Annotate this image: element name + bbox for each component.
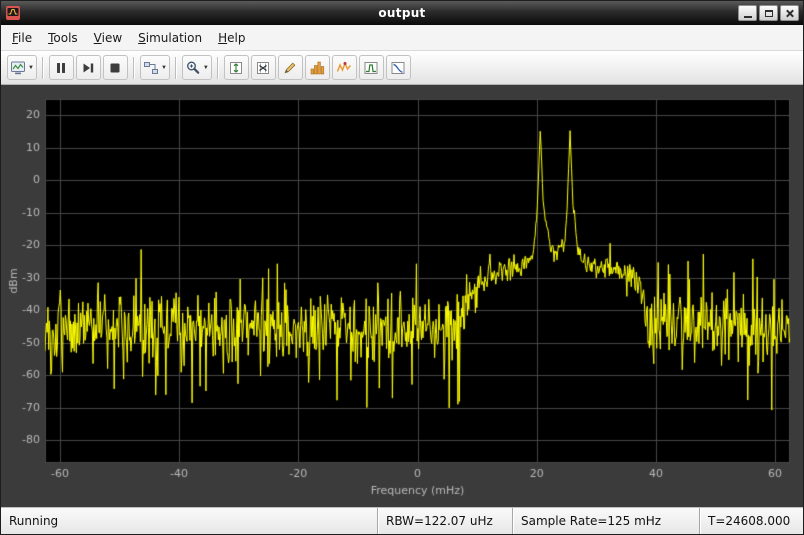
cursor-measurements-button[interactable] bbox=[251, 55, 276, 80]
spectrum-analyzer-window: output FileToolsViewSimulationHelp ▼ ▼ ▼ R… bbox=[0, 0, 804, 535]
window-title: output bbox=[1, 6, 803, 20]
dropdown-arrow-icon: ▼ bbox=[203, 65, 209, 71]
plot-area bbox=[1, 85, 803, 507]
status-field-sample-rate: Sample Rate=125 mHz bbox=[512, 508, 699, 534]
scope-settings-icon bbox=[10, 60, 26, 76]
stop-icon bbox=[107, 60, 123, 76]
dropdown-arrow-icon: ▼ bbox=[28, 65, 34, 71]
status-fields: RBW=122.07 uHzSample Rate=125 mHzT=24608… bbox=[377, 508, 803, 534]
step-forward-button[interactable] bbox=[76, 55, 101, 80]
maximize-button[interactable] bbox=[759, 5, 778, 21]
ccdf-icon bbox=[390, 60, 406, 76]
menubar: FileToolsViewSimulationHelp bbox=[1, 25, 803, 51]
peak-finder-icon bbox=[282, 60, 298, 76]
minimize-icon bbox=[744, 16, 752, 18]
toolbar-separator bbox=[175, 57, 177, 79]
ccdf-measurements-button[interactable] bbox=[386, 55, 411, 80]
channel-measurements-icon bbox=[309, 60, 325, 76]
scope-settings-button[interactable]: ▼ bbox=[7, 55, 37, 80]
window-controls bbox=[738, 5, 799, 21]
spectrum-canvas[interactable] bbox=[1, 85, 803, 507]
zoom-icon bbox=[185, 60, 201, 76]
titlebar[interactable]: output bbox=[1, 1, 803, 25]
step-forward-icon bbox=[80, 60, 96, 76]
restore-default-view-button[interactable] bbox=[224, 55, 249, 80]
menu-tools[interactable]: Tools bbox=[40, 27, 86, 49]
simulation-step-settings-button[interactable]: ▼ bbox=[140, 55, 170, 80]
menu-simulation[interactable]: Simulation bbox=[130, 27, 210, 49]
stop-button[interactable] bbox=[103, 55, 128, 80]
status-field-rbw: RBW=122.07 uHz bbox=[377, 508, 512, 534]
menu-file[interactable]: File bbox=[4, 27, 40, 49]
close-button[interactable] bbox=[780, 5, 799, 21]
restore-view-icon bbox=[228, 60, 244, 76]
simulink-scope-icon bbox=[5, 5, 21, 21]
close-icon bbox=[785, 9, 794, 18]
spectral-mask-icon bbox=[363, 60, 379, 76]
spectral-mask-button[interactable] bbox=[359, 55, 384, 80]
status-running: Running bbox=[1, 508, 377, 534]
distortion-measurements-button[interactable] bbox=[332, 55, 357, 80]
toolbar-separator bbox=[133, 57, 135, 79]
distortion-measurements-icon bbox=[336, 60, 352, 76]
statusbar: Running RBW=122.07 uHzSample Rate=125 mH… bbox=[1, 507, 803, 534]
channel-measurements-button[interactable] bbox=[305, 55, 330, 80]
menu-view[interactable]: View bbox=[86, 27, 130, 49]
status-field-time: T=24608.000 bbox=[699, 508, 803, 534]
maximize-icon bbox=[765, 10, 773, 17]
dropdown-arrow-icon: ▼ bbox=[161, 65, 167, 71]
pause-button[interactable] bbox=[49, 55, 74, 80]
toolbar-separator bbox=[217, 57, 219, 79]
zoom-button[interactable]: ▼ bbox=[182, 55, 212, 80]
menu-help[interactable]: Help bbox=[210, 27, 253, 49]
toolbar: ▼ ▼ ▼ bbox=[1, 51, 803, 85]
step-settings-icon bbox=[143, 60, 159, 76]
pause-icon bbox=[53, 60, 69, 76]
toolbar-separator bbox=[42, 57, 44, 79]
peak-finder-button[interactable] bbox=[278, 55, 303, 80]
cursors-icon bbox=[255, 60, 271, 76]
minimize-button[interactable] bbox=[738, 5, 757, 21]
